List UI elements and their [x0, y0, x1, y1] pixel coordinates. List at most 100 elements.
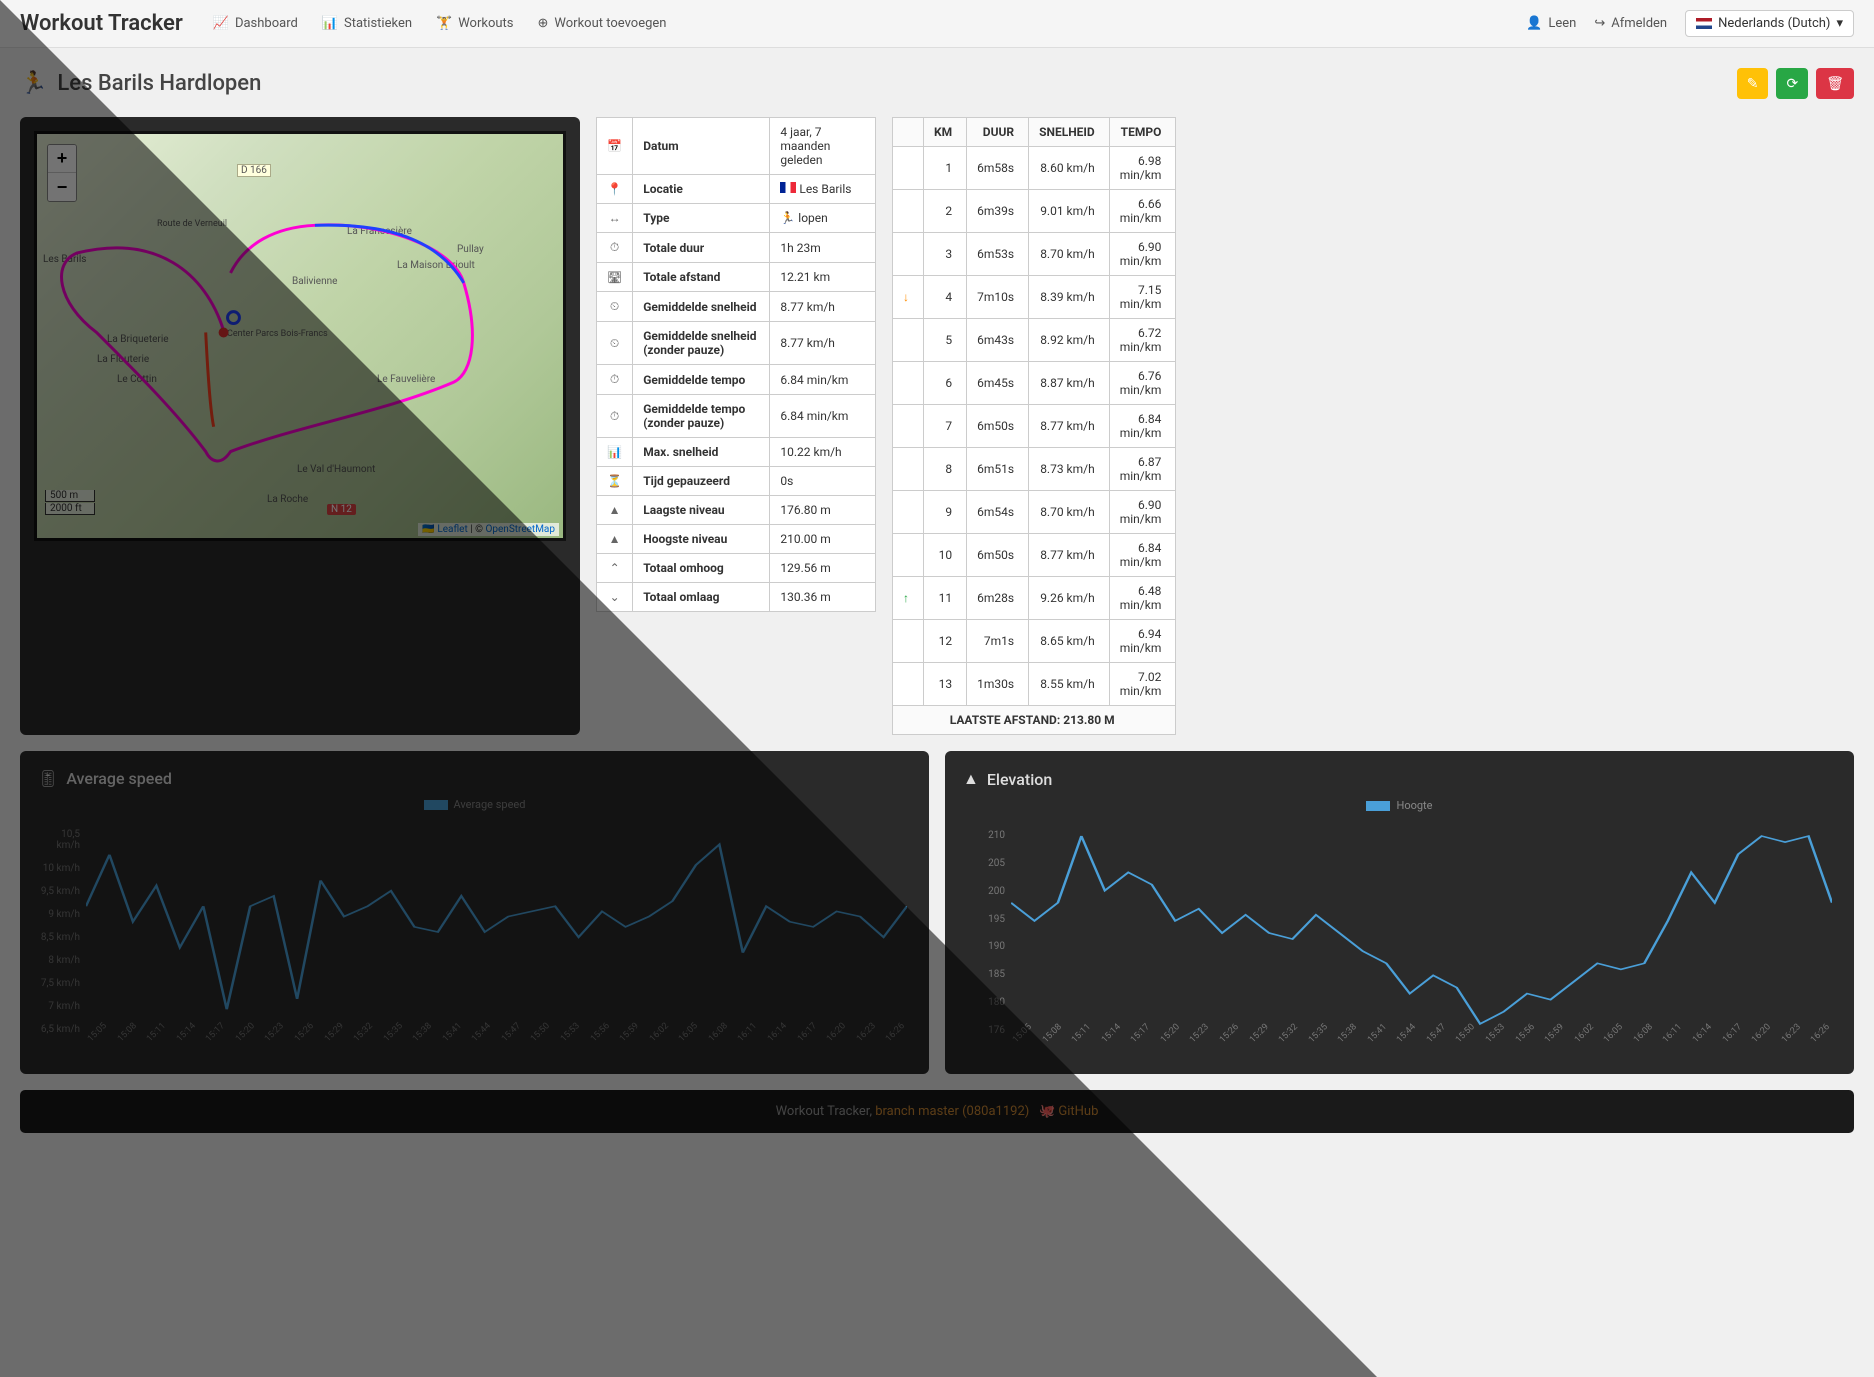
nav-stats[interactable]: 📊Statistieken	[322, 16, 412, 31]
info-value: 129.56 m	[770, 554, 876, 583]
info-value: 10.22 km/h	[770, 438, 876, 467]
info-row: ⏲Gemiddelde snelheid (zonder pauze)8.77 …	[597, 322, 876, 365]
speed-chart-card: 🎚Average speed Average speed 10,5 km/h10…	[20, 751, 929, 1074]
info-label: Laagste niveau	[633, 496, 770, 525]
splits-row: 131m30s8.55 km/h7.02 min/km	[893, 663, 1176, 706]
splits-row: 56m43s8.92 km/h6.72 min/km	[893, 319, 1176, 362]
info-icon: 📅	[597, 118, 633, 175]
zoom-out-button[interactable]: −	[48, 173, 76, 201]
info-row: 📅Datum4 jaar, 7 maanden geleden	[597, 118, 876, 175]
info-value: 8.77 km/h	[770, 322, 876, 365]
nav-user[interactable]: 👤Leen	[1526, 16, 1576, 31]
chart-line-icon: 📈	[213, 16, 229, 31]
splits-row: ↑116m28s9.26 km/h6.48 min/km	[893, 577, 1176, 620]
info-value: 6.84 min/km	[770, 395, 876, 438]
info-value: 🏃 lopen	[770, 204, 876, 233]
zoom-in-button[interactable]: +	[48, 145, 76, 173]
info-row: 📍Locatie Les Barils	[597, 175, 876, 204]
info-icon: ⏲	[597, 322, 633, 365]
info-value: 0s	[770, 467, 876, 496]
info-label: Gemiddelde snelheid	[633, 292, 770, 322]
info-value: 6.84 min/km	[770, 365, 876, 395]
splits-row: ↓47m10s8.39 km/h7.15 min/km	[893, 276, 1176, 319]
map-scale: 500 m 2000 ft	[45, 490, 95, 516]
info-label: Gemiddelde tempo	[633, 365, 770, 395]
elevation-chart[interactable]: 21020520019519018518017615:0515:0815:111…	[963, 816, 1836, 1056]
info-row: ⏱Gemiddelde tempo6.84 min/km	[597, 365, 876, 395]
info-value: 210.00 m	[770, 525, 876, 554]
info-label: Totale afstand	[633, 263, 770, 292]
info-label: Gemiddelde tempo (zonder pauze)	[633, 395, 770, 438]
info-label: Locatie	[633, 175, 770, 204]
elevation-chart-card: ▲Elevation Hoogte 2102052001951901851801…	[945, 751, 1854, 1074]
info-label: Hoogste niveau	[633, 525, 770, 554]
splits-row: 106m50s8.77 km/h6.84 min/km	[893, 534, 1176, 577]
language-select[interactable]: Nederlands (Dutch)▾	[1685, 10, 1854, 37]
edit-button[interactable]: ✎	[1737, 68, 1769, 99]
info-label: Datum	[633, 118, 770, 175]
info-icon: 📊	[597, 438, 633, 467]
splits-header: TEMPO	[1109, 118, 1176, 147]
info-value: 4 jaar, 7 maanden geleden	[770, 118, 876, 175]
osm-link[interactable]: OpenStreetMap	[486, 524, 556, 535]
info-row: ▲Laagste niveau176.80 m	[597, 496, 876, 525]
info-icon: ▲	[597, 525, 633, 554]
bars-icon: 📊	[322, 16, 338, 31]
zoom-control: + −	[47, 144, 77, 202]
info-row: 🛣Totale afstand12.21 km	[597, 263, 876, 292]
nav-workouts[interactable]: 🏋Workouts	[436, 16, 513, 31]
route-map[interactable]: Les Barils La Briqueterie La Flouterie L…	[34, 131, 566, 541]
user-icon: 👤	[1526, 16, 1542, 31]
splits-header: SNELHEID	[1029, 118, 1110, 147]
info-label: Totaal omlaag	[633, 583, 770, 612]
splits-row: 96m54s8.70 km/h6.90 min/km	[893, 491, 1176, 534]
running-icon: 🏃	[20, 71, 47, 96]
info-row: ⌄Totaal omlaag130.36 m	[597, 583, 876, 612]
info-label: Tijd gepauzeerd	[633, 467, 770, 496]
info-label: Type	[633, 204, 770, 233]
splits-header: KM	[924, 118, 967, 147]
branch-link[interactable]: branch master (080a1192)	[875, 1104, 1029, 1119]
info-icon: ▲	[597, 496, 633, 525]
splits-row: 26m39s9.01 km/h6.66 min/km	[893, 190, 1176, 233]
info-icon: ↔	[597, 204, 633, 233]
info-icon: ⏱	[597, 233, 633, 263]
info-label: Gemiddelde snelheid (zonder pauze)	[633, 322, 770, 365]
leaflet-link[interactable]: Leaflet	[437, 524, 467, 535]
info-row: 📊Max. snelheid10.22 km/h	[597, 438, 876, 467]
info-icon: ⏱	[597, 365, 633, 395]
info-row: ⏱Gemiddelde tempo (zonder pauze)6.84 min…	[597, 395, 876, 438]
delete-button[interactable]: 🗑	[1816, 68, 1854, 99]
nav-dashboard[interactable]: 📈Dashboard	[213, 16, 298, 31]
info-label: Totaal omhoog	[633, 554, 770, 583]
refresh-button[interactable]: ⟳	[1776, 68, 1808, 99]
splits-row: 76m50s8.77 km/h6.84 min/km	[893, 405, 1176, 448]
info-label: Max. snelheid	[633, 438, 770, 467]
info-value: 8.77 km/h	[770, 292, 876, 322]
splits-card: KMDUURSNELHEIDTEMPO16m58s8.60 km/h6.98 m…	[892, 117, 1172, 735]
flag-fr-icon	[780, 182, 796, 193]
info-icon: ⏲	[597, 292, 633, 322]
info-value: 1h 23m	[770, 233, 876, 263]
info-value: 176.80 m	[770, 496, 876, 525]
speed-chart[interactable]: 10,5 km/h10 km/h9,5 km/h9 km/h8,5 km/h8 …	[38, 815, 911, 1055]
splits-row: 127m1s8.65 km/h6.94 min/km	[893, 620, 1176, 663]
route-polyline	[37, 134, 563, 541]
nav-add-workout[interactable]: ⊕Workout toevoegen	[538, 16, 667, 31]
info-row: ⌃Totaal omhoog129.56 m	[597, 554, 876, 583]
info-icon: 🛣	[597, 263, 633, 292]
navbar: Workout Tracker 📈Dashboard 📊Statistieken…	[0, 0, 1874, 48]
splits-last-row: LAATSTE AFSTAND: 213.80 M	[893, 706, 1176, 735]
mountain-icon: ▲	[963, 769, 979, 789]
arrow-up-icon: ↑	[903, 591, 909, 605]
brand[interactable]: Workout Tracker	[20, 11, 183, 36]
chevron-down-icon: ▾	[1836, 16, 1843, 31]
splits-header: DUUR	[967, 118, 1029, 147]
info-icon: 📍	[597, 175, 633, 204]
info-value: 130.36 m	[770, 583, 876, 612]
flag-nl-icon	[1696, 18, 1712, 29]
info-row: ↔Type🏃 lopen	[597, 204, 876, 233]
nav-logout[interactable]: ↪Afmelden	[1594, 16, 1667, 31]
info-card: 📅Datum4 jaar, 7 maanden geleden📍Locatie …	[596, 117, 876, 735]
github-link[interactable]: GitHub	[1058, 1104, 1098, 1119]
